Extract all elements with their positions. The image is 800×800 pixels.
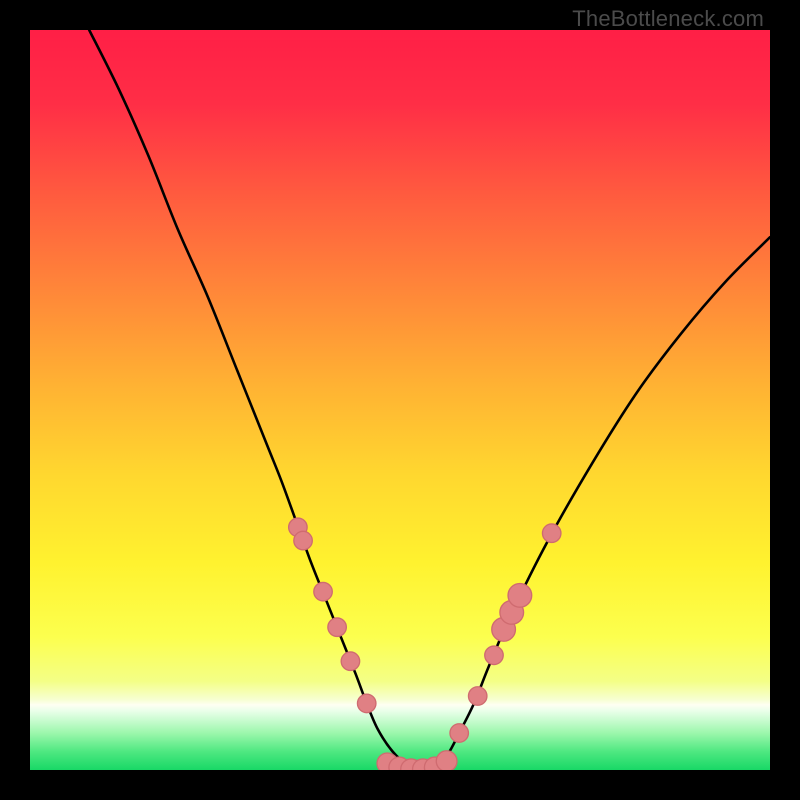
watermark-text: TheBottleneck.com [572,6,764,32]
curve-marker-right-2 [485,646,504,665]
curve-marker-left-1 [294,531,313,550]
curve-marker-left-5 [357,694,376,713]
curve-marker-left-3 [328,618,347,637]
bottleneck-curve [89,30,770,770]
curve-marker-bottom-5 [436,751,457,770]
curve-marker-right-0 [450,724,469,743]
curve-marker-right-1 [468,687,487,706]
curve-marker-left-4 [341,652,360,671]
curve-marker-left-2 [314,582,333,601]
plot-area [30,30,770,770]
chart-frame: TheBottleneck.com [0,0,800,800]
curve-markers [289,518,561,770]
curve-marker-right-5 [508,584,532,608]
curve-marker-right-6 [542,524,561,543]
curve-layer [30,30,770,770]
